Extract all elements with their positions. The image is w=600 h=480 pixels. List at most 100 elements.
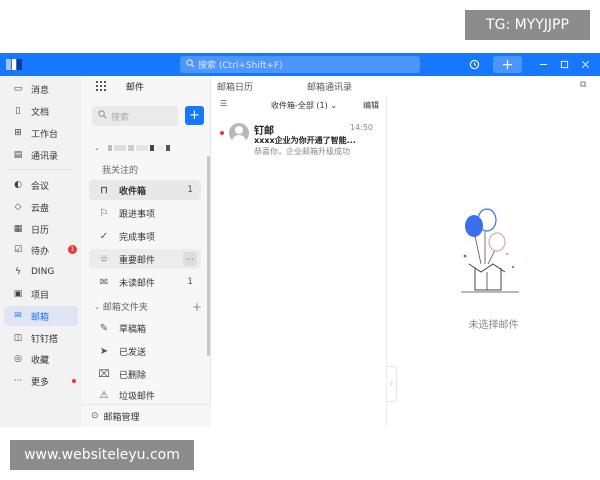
- todo-icon: ☑: [13, 245, 23, 255]
- sort-icon[interactable]: ☰: [220, 99, 227, 108]
- chevron-down-icon: ⌄: [94, 302, 100, 311]
- inbox-filter-dropdown[interactable]: 收件箱-全部 (1) ⌄: [271, 100, 337, 111]
- nav-item-favorites[interactable]: ◎ 收藏: [4, 349, 78, 369]
- left-nav: ▭ 消息 ▯ 文档 ⊞ 工作台 ▤ 通讯录 ◐ 会议 ◇ 云盘 ▦ 日历 ☑ 待…: [0, 76, 82, 427]
- nav-label: 消息: [31, 85, 50, 96]
- minimize-icon[interactable]: [536, 53, 550, 76]
- nav-divider: [8, 169, 74, 170]
- folder-follow-up[interactable]: ⚐ 跟进事项: [89, 203, 201, 223]
- nav-item-mail[interactable]: ✉ 邮箱: [4, 306, 78, 326]
- send-icon: ➤: [99, 345, 109, 357]
- nav-label: 更多: [31, 377, 50, 388]
- nav-item-todo[interactable]: ☑ 待办 1: [4, 240, 78, 260]
- nav-item-workbench[interactable]: ⊞ 工作台: [4, 123, 78, 143]
- add-folder-icon[interactable]: +: [192, 300, 202, 314]
- titlebar: 搜索 (Ctrl+Shift+F) +: [0, 53, 600, 76]
- folder-pane: 邮件 搜索 + ⌄ 我关注的 ⊓ 收件箱 1 ⚐ 跟进事项 ✓ 完成事项 ☆ 重…: [82, 76, 211, 427]
- more-dot: [72, 379, 76, 383]
- chevron-down-icon: ⌄: [94, 144, 100, 152]
- mailbox-folders-label: 邮箱文件夹: [102, 303, 148, 313]
- apps-grid-icon[interactable]: [96, 81, 106, 91]
- nav-item-more[interactable]: ··· 更多: [4, 371, 78, 391]
- more-options-button[interactable]: ···: [183, 252, 197, 266]
- folder-drafts[interactable]: ✎ 草稿箱: [89, 318, 201, 338]
- tab-mail-contacts[interactable]: 邮箱通讯录: [307, 80, 352, 93]
- account-redacted: [165, 145, 170, 151]
- search-icon: [186, 58, 195, 71]
- folder-label: 收件箱: [119, 186, 147, 197]
- mail-tabs: 邮箱日历 邮箱通讯录 ⧉: [211, 76, 600, 96]
- nav-item-meetings[interactable]: ◐ 会议: [4, 175, 78, 195]
- folder-count: 1: [187, 185, 193, 195]
- mailbox-folders-section[interactable]: ⌄ 邮箱文件夹 +: [94, 300, 204, 314]
- folder-label: 未读邮件: [119, 278, 156, 289]
- nav-label: 待办: [31, 246, 50, 257]
- folder-deleted[interactable]: ⌧ 已删除: [89, 364, 201, 384]
- maximize-icon[interactable]: [557, 53, 571, 76]
- folder-search-placeholder: 搜索: [111, 112, 130, 123]
- edit-button[interactable]: 编辑: [363, 100, 379, 111]
- popout-icon[interactable]: ⧉: [580, 80, 586, 90]
- document-icon: ▯: [15, 106, 21, 116]
- search-icon: [98, 110, 107, 122]
- nav-label: 项目: [31, 290, 50, 301]
- tab-mail[interactable]: 邮件: [126, 80, 144, 93]
- folder-spam[interactable]: ⚠ 垃圾邮件: [89, 387, 201, 403]
- mail-preview: 恭喜你，企业邮箱升级成功: [254, 147, 350, 156]
- folder-scrollbar[interactable]: [207, 156, 210, 356]
- nav-label: 通讯录: [31, 151, 59, 162]
- folder-completed[interactable]: ✓ 完成事项: [89, 226, 201, 246]
- folder-label: 重要邮件: [119, 255, 156, 266]
- empty-box-balloons-illustration: [461, 208, 519, 293]
- mail-time: 14:50: [349, 123, 373, 132]
- watermark-top: TG: MYYJJPP: [465, 10, 590, 40]
- nav-item-calendar[interactable]: ▦ 日历: [4, 219, 78, 239]
- folder-search-input[interactable]: 搜索: [92, 106, 178, 126]
- account-redacted: [113, 145, 126, 151]
- inbox-icon: ⊓: [100, 184, 108, 196]
- nav-label: 工作台: [31, 129, 59, 140]
- folder-label: 完成事项: [119, 232, 156, 243]
- mail-list-item[interactable]: 钉邮 14:50 xxxx企业为你开通了智能... 恭喜你，企业邮箱升级成功: [211, 118, 387, 158]
- nav-item-messages[interactable]: ▭ 消息: [4, 79, 78, 99]
- plus-icon: +: [501, 56, 514, 73]
- mailbox-settings-button[interactable]: ⊙ 邮箱管理: [82, 404, 211, 427]
- followed-section-label: 我关注的: [102, 166, 139, 176]
- todo-badge: 1: [68, 245, 77, 254]
- nav-item-ding[interactable]: ϟ DING: [4, 262, 78, 282]
- nav-item-docs[interactable]: ▯ 文档: [4, 101, 78, 121]
- collapse-list-handle[interactable]: ›: [387, 366, 397, 402]
- inbox-filter-label: 收件箱-全部 (1): [271, 101, 328, 110]
- tab-mail-calendar[interactable]: 邮箱日历: [217, 80, 253, 93]
- nav-label: DING: [31, 267, 55, 277]
- folder-important[interactable]: ☆ 重要邮件 ···: [89, 249, 201, 269]
- mail-subject: xxxx企业为你开通了智能...: [254, 136, 356, 145]
- compose-button[interactable]: +: [185, 106, 204, 125]
- mail-list-pane: ☰ 收件箱-全部 (1) ⌄ 编辑 钉邮 14:50 xxxx企业为你开通了智能…: [211, 96, 387, 427]
- mailbox-settings-label: 邮箱管理: [103, 412, 140, 423]
- close-icon[interactable]: [578, 53, 592, 76]
- mail-icon: ✉: [14, 311, 22, 321]
- nav-item-cloud-drive[interactable]: ◇ 云盘: [4, 197, 78, 217]
- folder-sent[interactable]: ➤ 已发送: [89, 341, 201, 361]
- create-button[interactable]: +: [493, 56, 522, 73]
- folder-inbox[interactable]: ⊓ 收件箱 1: [89, 180, 201, 200]
- trash-icon: ⌧: [98, 368, 110, 380]
- nav-item-builder[interactable]: ◫ 钉钉搭: [4, 328, 78, 348]
- nav-item-projects[interactable]: ▣ 项目: [4, 284, 78, 304]
- cloud-drive-icon: ◇: [14, 202, 22, 212]
- global-search-input[interactable]: 搜索 (Ctrl+Shift+F): [180, 56, 420, 73]
- folder-label: 跟进事项: [119, 209, 156, 220]
- account-redacted: [135, 145, 148, 151]
- account-selector[interactable]: ⌄: [94, 144, 172, 152]
- no-mail-selected-text: 未选择邮件: [468, 320, 519, 331]
- history-icon[interactable]: [466, 53, 482, 76]
- more-icon: ···: [13, 376, 23, 386]
- nav-item-contacts[interactable]: ▤ 通讯录: [4, 145, 78, 165]
- list-toolbar: ☰ 收件箱-全部 (1) ⌄ 编辑: [211, 96, 387, 114]
- nav-label: 会议: [31, 181, 50, 192]
- folder-label: 草稿箱: [119, 324, 147, 335]
- unread-dot: [220, 131, 224, 135]
- draft-icon: ✎: [99, 322, 109, 334]
- folder-unread[interactable]: ✉ 未读邮件 1: [89, 272, 201, 292]
